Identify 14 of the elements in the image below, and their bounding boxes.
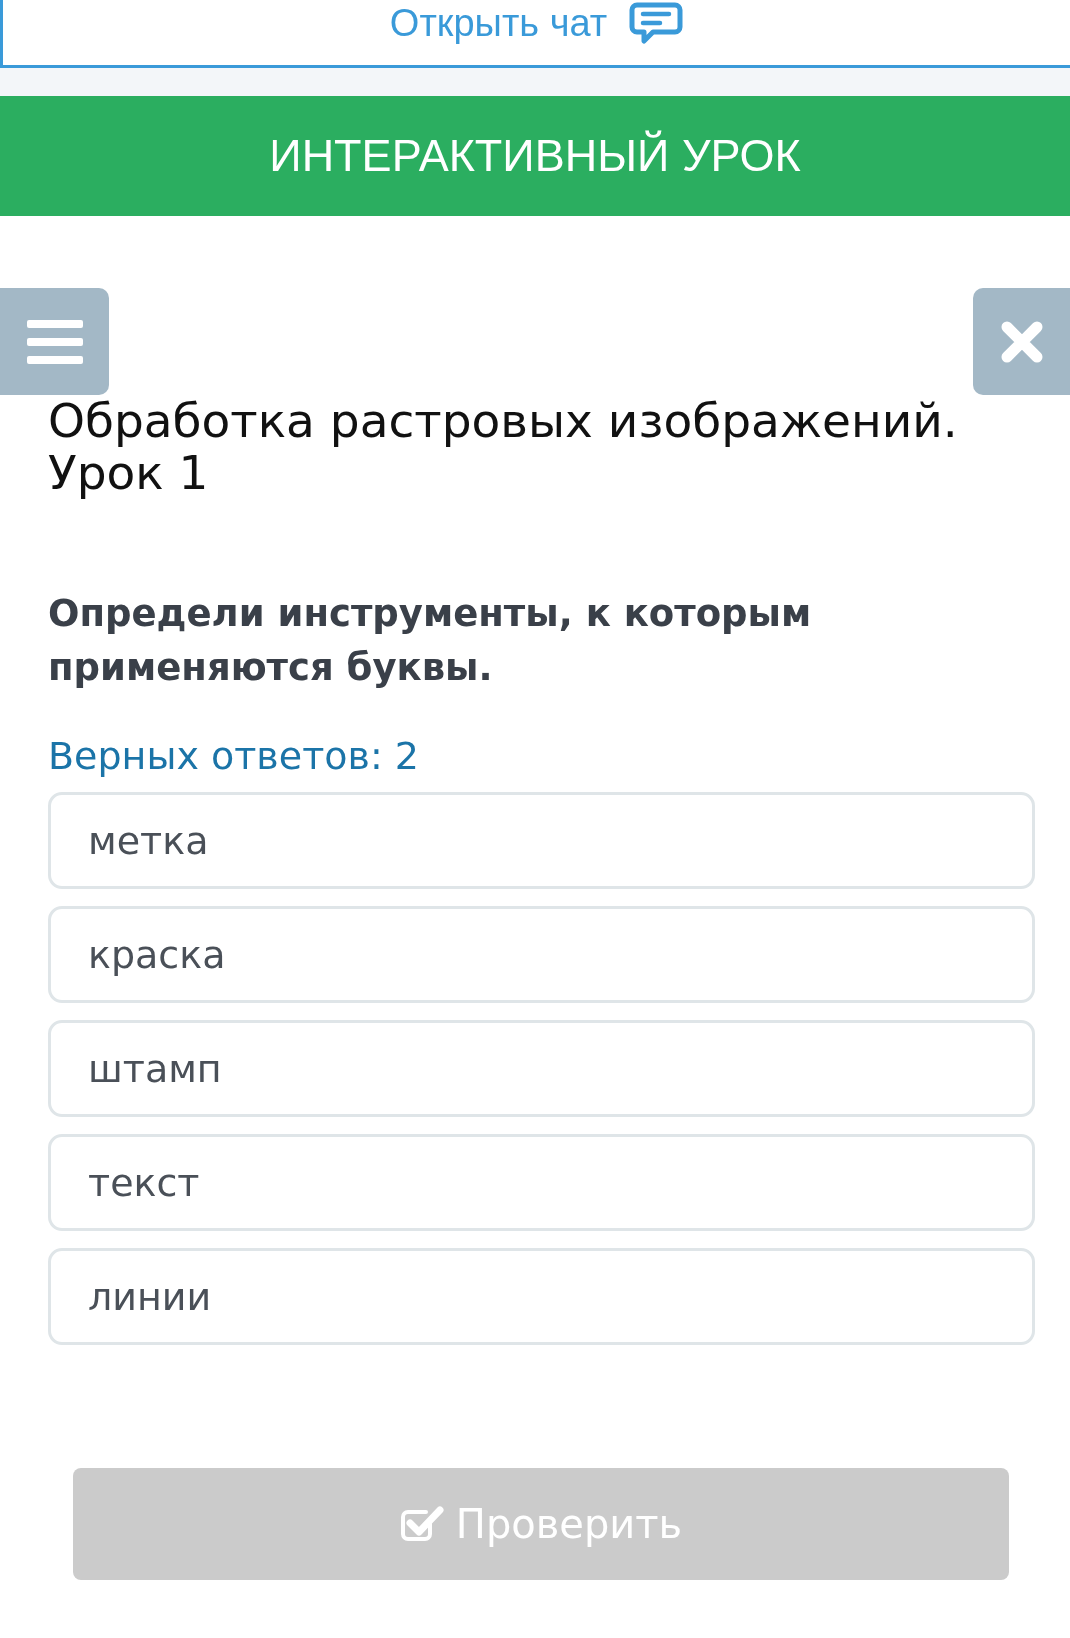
answer-option[interactable]: метка xyxy=(48,792,1035,889)
checkbox-tick-icon xyxy=(399,1504,444,1544)
answers-count-note: Верных ответов: 2 xyxy=(48,733,420,779)
close-button[interactable] xyxy=(973,288,1070,395)
menu-icon xyxy=(26,319,83,364)
menu-button[interactable] xyxy=(0,288,109,395)
close-icon xyxy=(999,319,1044,364)
question-prompt: Определи инструменты, к которым применяются буквы. xyxy=(48,591,813,691)
answer-option[interactable]: текст xyxy=(48,1134,1035,1231)
lesson-title: Обработка растровых изображений. Урок 1 xyxy=(48,395,959,499)
answer-option[interactable]: штамп xyxy=(48,1020,1035,1117)
answer-option[interactable]: краска xyxy=(48,906,1035,1003)
lesson-banner: ИНТЕРАКТИВНЫЙ УРОК xyxy=(0,96,1070,216)
answer-option[interactable]: линии xyxy=(48,1248,1035,1345)
